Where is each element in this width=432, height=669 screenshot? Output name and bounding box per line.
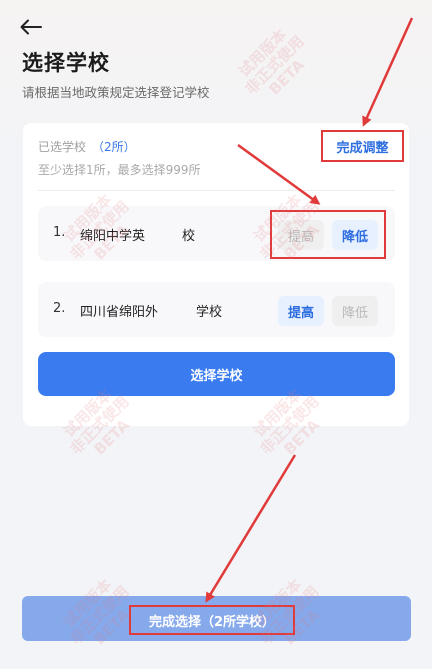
lower-priority-button[interactable]: 降低	[332, 220, 378, 250]
page-subtitle: 请根据当地政策规定选择登记学校	[22, 85, 210, 100]
finish-adjust-button[interactable]: 完成调整	[321, 130, 404, 162]
raise-priority-button[interactable]: 提高	[278, 296, 324, 326]
raise-priority-button[interactable]: 提高	[278, 220, 324, 250]
lower-priority-button[interactable]: 降低	[332, 296, 378, 326]
school-name: 四川省绵阳外	[80, 305, 159, 320]
school-row: 1. 绵阳中学英 校 提高 降低	[38, 206, 395, 261]
school-name-suffix: 校	[182, 229, 196, 244]
annotation-arrow	[205, 454, 297, 603]
school-name-suffix: 学校	[196, 305, 223, 320]
school-index: 1.	[53, 225, 66, 240]
selected-count: （2所）	[92, 140, 136, 154]
back-button[interactable]	[20, 14, 50, 40]
divider	[38, 190, 395, 191]
select-school-button[interactable]: 选择学校	[38, 352, 395, 396]
selected-label: 已选学校	[38, 140, 87, 154]
page-title: 选择学校	[22, 51, 110, 75]
arrow-left-icon	[20, 19, 42, 35]
school-index: 2.	[53, 301, 66, 316]
school-row: 2. 四川省绵阳外 学校 提高 降低	[38, 282, 395, 337]
finish-select-button[interactable]	[22, 596, 411, 641]
selection-limit-text: 至少选择1所，最多选择999所	[38, 163, 201, 177]
school-name: 绵阳中学英	[80, 229, 146, 244]
selected-count-label: 已选学校 （2所）	[38, 138, 136, 155]
